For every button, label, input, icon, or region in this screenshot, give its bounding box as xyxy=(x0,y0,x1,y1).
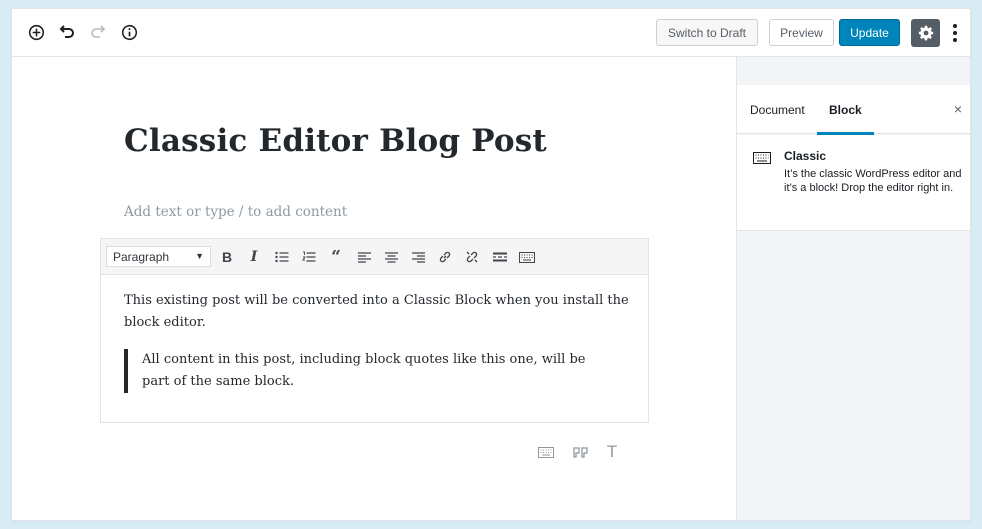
chevron-down-icon: ▼ xyxy=(195,251,204,261)
preview-button[interactable]: Preview xyxy=(769,19,834,46)
italic-button[interactable]: I xyxy=(244,247,264,267)
post-title[interactable]: Classic Editor Blog Post xyxy=(124,123,547,159)
quote-icon[interactable] xyxy=(571,445,589,459)
block-card: Classic It’s the classic WordPress edito… xyxy=(737,135,970,231)
keyboard-icon xyxy=(753,152,771,164)
redo-icon[interactable] xyxy=(87,21,109,43)
align-right-icon[interactable] xyxy=(408,247,428,267)
keyboard-icon[interactable] xyxy=(537,445,555,459)
numbered-list-icon[interactable] xyxy=(299,247,319,267)
read-more-icon[interactable] xyxy=(490,247,510,267)
bold-button[interactable]: B xyxy=(217,247,237,267)
settings-sidebar: Document Block × Classic It’s the classi… xyxy=(736,57,970,520)
align-left-icon[interactable] xyxy=(354,247,374,267)
switch-to-draft-button[interactable]: Switch to Draft xyxy=(656,19,758,46)
default-block-appender[interactable]: Add text or type / to add content xyxy=(124,204,347,220)
format-select[interactable]: Paragraph ▼ xyxy=(106,246,211,267)
format-select-value: Paragraph xyxy=(113,249,170,264)
tab-block[interactable]: Block xyxy=(817,85,874,135)
undo-icon[interactable] xyxy=(56,21,78,43)
settings-button[interactable] xyxy=(911,19,940,47)
tab-document[interactable]: Document xyxy=(750,85,805,134)
close-icon[interactable]: × xyxy=(954,101,962,117)
classic-block[interactable]: Paragraph ▼ B I “ This existing post wil… xyxy=(100,238,649,423)
classic-paragraph[interactable]: This existing post will be converted int… xyxy=(124,290,629,334)
info-icon[interactable] xyxy=(118,21,140,43)
sidebar-header: Document Block × xyxy=(737,85,970,135)
align-center-icon[interactable] xyxy=(381,247,401,267)
unlink-icon[interactable] xyxy=(462,247,482,267)
plus-circle-icon[interactable] xyxy=(25,21,47,43)
classic-toolbar: Paragraph ▼ B I “ xyxy=(101,239,648,275)
more-vertical-icon[interactable] xyxy=(947,20,963,46)
quote-icon[interactable]: “ xyxy=(326,247,346,267)
classic-blockquote[interactable]: All content in this post, including bloc… xyxy=(124,349,616,393)
update-button[interactable]: Update xyxy=(839,19,900,46)
heading-icon[interactable]: T xyxy=(603,442,621,461)
editor-header: Switch to Draft Preview Update xyxy=(12,9,970,57)
link-icon[interactable] xyxy=(435,247,455,267)
block-card-description: It’s the classic WordPress editor and it… xyxy=(784,168,962,194)
block-card-title: Classic xyxy=(784,149,827,163)
bullet-list-icon[interactable] xyxy=(272,247,292,267)
editor-window: Switch to Draft Preview Update Classic E… xyxy=(11,8,971,521)
gear-icon xyxy=(918,25,933,41)
toolbar-toggle-icon[interactable] xyxy=(517,247,537,267)
